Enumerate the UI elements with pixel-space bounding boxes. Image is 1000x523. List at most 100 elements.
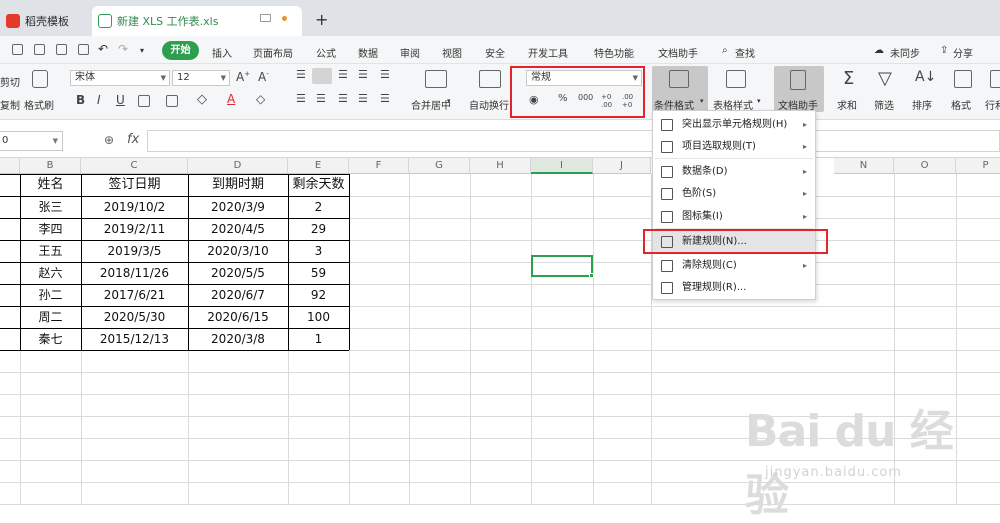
menu-item-manage-rules[interactable]: 管理规则(R)... bbox=[653, 277, 815, 299]
cut-button[interactable]: 剪切 bbox=[0, 74, 20, 89]
menu-data[interactable]: 数据 bbox=[358, 45, 378, 60]
menu-review[interactable]: 审阅 bbox=[400, 45, 420, 60]
column-header-i[interactable]: I bbox=[531, 158, 593, 174]
table-cell[interactable]: 59 bbox=[288, 262, 349, 284]
chevron-down-icon[interactable]: ▾ bbox=[447, 97, 451, 105]
table-cell[interactable]: 100 bbox=[288, 306, 349, 328]
font-color-icon[interactable]: A bbox=[227, 92, 235, 106]
format-painter-button[interactable]: 格式刷 bbox=[24, 97, 54, 112]
table-cell[interactable]: 张三 bbox=[20, 196, 81, 218]
menu-developer[interactable]: 开发工具 bbox=[528, 45, 568, 60]
monitor-icon[interactable] bbox=[260, 14, 271, 22]
table-header-cell[interactable]: 姓名 bbox=[20, 174, 81, 196]
align-center-icon[interactable]: ☰ bbox=[316, 92, 326, 105]
font-name-select[interactable]: 宋体 ▼ bbox=[70, 70, 170, 86]
share-button[interactable]: 分享 bbox=[953, 45, 973, 60]
table-header-cell[interactable]: 到期时期 bbox=[188, 174, 288, 196]
menu-item-color-scales[interactable]: 色阶(S) ▸ bbox=[653, 183, 815, 205]
bold-button[interactable]: B bbox=[76, 93, 85, 107]
justify-icon[interactable]: ☰ bbox=[358, 92, 368, 105]
italic-button[interactable]: I bbox=[97, 93, 101, 107]
column-header-b[interactable]: B bbox=[20, 158, 81, 174]
merge-center-button[interactable]: 合并居中 bbox=[411, 97, 451, 112]
table-cell[interactable]: 2017/6/21 bbox=[81, 284, 188, 306]
table-cell[interactable]: 2020/4/5 bbox=[188, 218, 288, 240]
redo-icon[interactable]: ↷ bbox=[118, 42, 128, 56]
menu-item-icon-sets[interactable]: 图标集(I) ▸ bbox=[653, 206, 815, 228]
table-cell[interactable]: 29 bbox=[288, 218, 349, 240]
table-cell[interactable]: 王五 bbox=[20, 240, 81, 262]
table-cell[interactable]: 2020/3/9 bbox=[188, 196, 288, 218]
table-cell[interactable]: 2020/5/30 bbox=[81, 306, 188, 328]
indent-increase-icon[interactable]: ☰ bbox=[380, 68, 390, 81]
print-icon[interactable] bbox=[56, 44, 67, 55]
table-cell[interactable]: 孙二 bbox=[20, 284, 81, 306]
table-cell[interactable]: 2019/10/2 bbox=[81, 196, 188, 218]
decrease-font-icon[interactable]: A- bbox=[258, 70, 269, 84]
share-icon[interactable]: ⇪ bbox=[940, 45, 948, 56]
column-header-d[interactable]: D bbox=[188, 158, 288, 174]
cloud-icon[interactable]: ☁ bbox=[874, 45, 884, 56]
table-cell[interactable]: 2020/3/10 bbox=[188, 240, 288, 262]
save-icon[interactable] bbox=[12, 44, 23, 55]
filter-button[interactable]: 筛选 bbox=[874, 97, 894, 112]
table-cell[interactable]: 赵六 bbox=[20, 262, 81, 284]
menu-formula[interactable]: 公式 bbox=[316, 45, 336, 60]
font-size-select[interactable]: 12 ▼ bbox=[172, 70, 230, 86]
table-cell[interactable]: 2019/2/11 bbox=[81, 218, 188, 240]
sync-status[interactable]: 未同步 bbox=[890, 45, 920, 60]
menu-item-data-bars[interactable]: 数据条(D) ▸ bbox=[653, 161, 815, 183]
menu-start-tab[interactable]: 开始 bbox=[162, 41, 199, 60]
formula-input[interactable] bbox=[147, 130, 1000, 152]
quick-access-more-icon[interactable]: ▾ bbox=[140, 46, 144, 55]
table-header-cell[interactable]: 签订日期 bbox=[81, 174, 188, 196]
menu-doc-assistant[interactable]: 文档助手 bbox=[658, 45, 698, 60]
table-cell[interactable]: 2015/12/13 bbox=[81, 328, 188, 350]
undo-icon[interactable]: ↶ bbox=[98, 42, 108, 56]
column-header-e[interactable]: E bbox=[288, 158, 349, 174]
selected-cell[interactable] bbox=[531, 255, 593, 277]
fill-handle[interactable] bbox=[589, 273, 594, 278]
menu-features[interactable]: 特色功能 bbox=[594, 45, 634, 60]
table-cell[interactable]: 2020/6/7 bbox=[188, 284, 288, 306]
new-tab-button[interactable]: + bbox=[315, 10, 328, 29]
table-header-cell[interactable]: 剩余天数 bbox=[288, 174, 349, 196]
table-cell[interactable]: 2 bbox=[288, 196, 349, 218]
fx-label[interactable]: fx bbox=[127, 132, 139, 147]
column-header-partial[interactable] bbox=[0, 158, 20, 174]
menu-item-clear-rules[interactable]: 清除规则(C) ▸ bbox=[653, 255, 815, 277]
menu-item-highlight-rules[interactable]: 突出显示单元格规则(H) ▸ bbox=[653, 114, 815, 136]
menu-insert[interactable]: 插入 bbox=[212, 45, 232, 60]
wrap-text-button[interactable]: 自动换行 bbox=[469, 97, 509, 112]
table-cell[interactable]: 1 bbox=[288, 328, 349, 350]
fill-color-icon[interactable] bbox=[166, 95, 178, 107]
indent-decrease-icon[interactable]: ☰ bbox=[358, 68, 368, 81]
table-cell[interactable]: 2020/6/15 bbox=[188, 306, 288, 328]
tab-workbook[interactable]: 新建 XLS 工作表.xls bbox=[92, 6, 302, 36]
distributed-icon[interactable]: ☰ bbox=[380, 92, 390, 105]
chevron-down-icon[interactable]: ▾ bbox=[757, 97, 761, 105]
export-pdf-icon[interactable] bbox=[34, 44, 45, 55]
table-cell[interactable]: 3 bbox=[288, 240, 349, 262]
column-header-f[interactable]: F bbox=[349, 158, 409, 174]
column-header-g[interactable]: G bbox=[409, 158, 470, 174]
clear-format-icon[interactable]: ◇ bbox=[256, 92, 265, 106]
column-header-j[interactable]: J bbox=[593, 158, 651, 174]
table-cell[interactable]: 2019/3/5 bbox=[81, 240, 188, 262]
menu-security[interactable]: 安全 bbox=[485, 45, 505, 60]
column-header-p[interactable]: P bbox=[956, 158, 1000, 174]
column-header-h[interactable]: H bbox=[470, 158, 531, 174]
table-cell[interactable]: 2020/5/5 bbox=[188, 262, 288, 284]
name-box[interactable]: 0 ▼ bbox=[0, 131, 63, 151]
table-cell[interactable]: 李四 bbox=[20, 218, 81, 240]
align-left-icon[interactable]: ☰ bbox=[296, 92, 306, 105]
search-icon[interactable]: ⌕ bbox=[722, 45, 728, 56]
align-top-icon[interactable]: ☰ bbox=[296, 68, 306, 81]
border-icon[interactable] bbox=[138, 95, 150, 107]
table-cell[interactable]: 92 bbox=[288, 284, 349, 306]
row-column-button[interactable]: 行和 bbox=[985, 97, 1000, 112]
copy-button[interactable]: 复制 bbox=[0, 97, 20, 112]
sum-button[interactable]: 求和 bbox=[837, 97, 857, 112]
menu-page-layout[interactable]: 页面布局 bbox=[253, 45, 293, 60]
table-cell[interactable]: 周二 bbox=[20, 306, 81, 328]
